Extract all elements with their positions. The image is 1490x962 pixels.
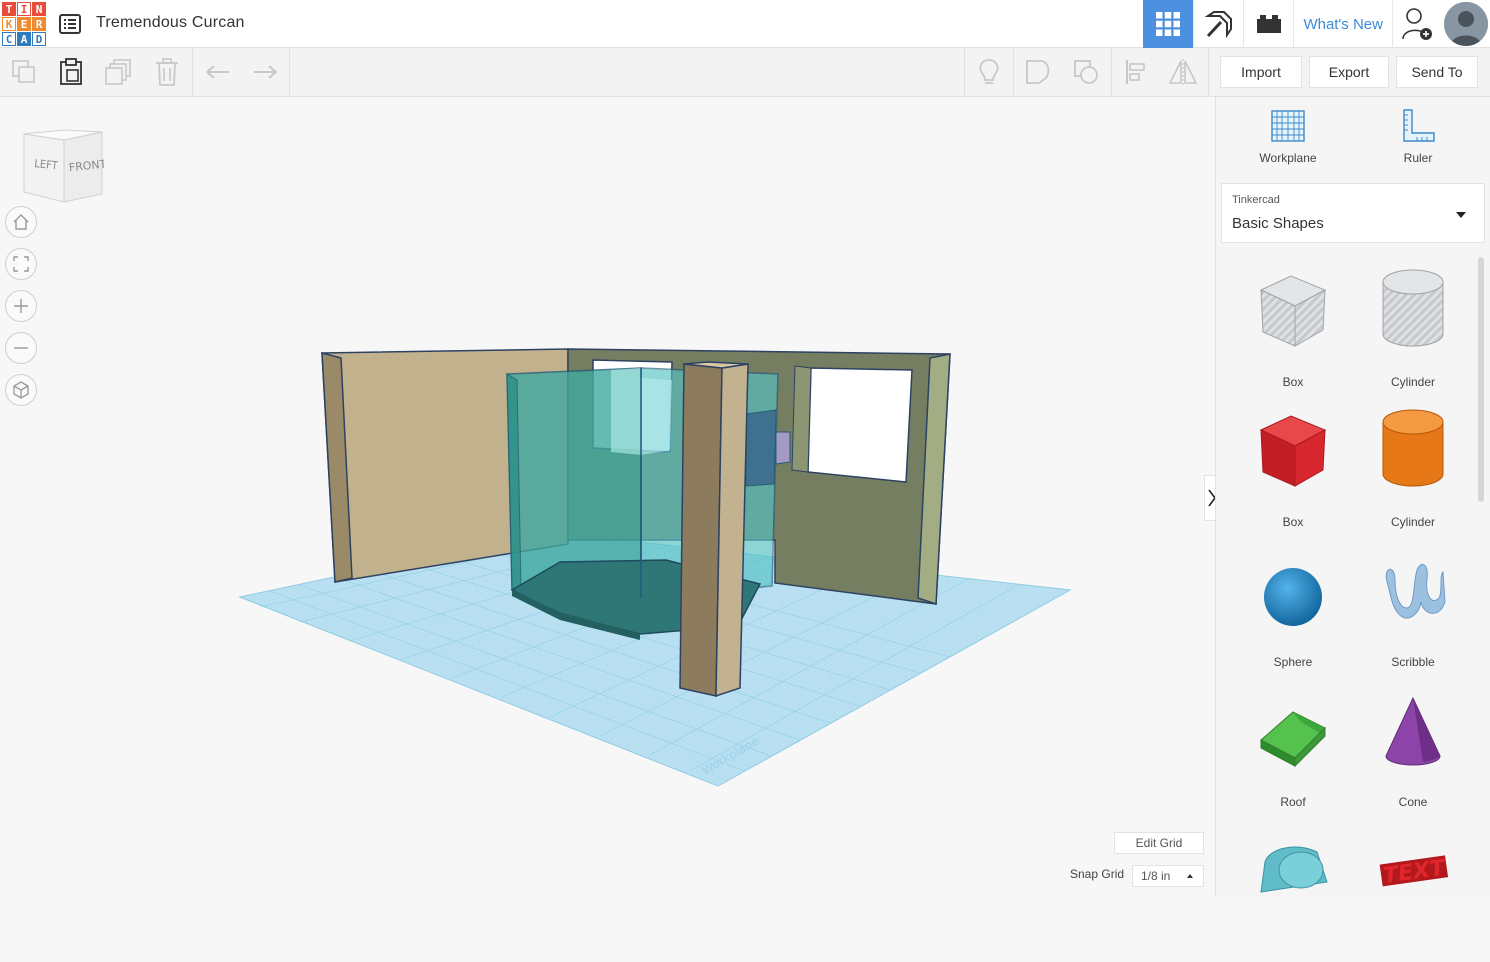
design-menu-icon[interactable] [58, 12, 82, 36]
snap-grid-value: 1/8 in [1141, 869, 1171, 883]
caret-up-icon [1187, 874, 1193, 878]
send-to-button[interactable]: Send To [1396, 56, 1478, 88]
shape-label: Box [1282, 375, 1304, 389]
logo-letter: T [2, 2, 16, 16]
shape-label: Cone [1398, 795, 1428, 809]
copy-button[interactable] [0, 48, 48, 96]
shape-label: Sphere [1273, 655, 1313, 669]
shape-round-roof[interactable] [1233, 822, 1353, 962]
add-user-icon [1401, 8, 1432, 40]
add-user-button[interactable] [1392, 0, 1442, 48]
logo-letter: C [2, 32, 16, 46]
group-button[interactable] [1014, 48, 1062, 96]
sphere-icon [1264, 568, 1322, 626]
lightbulb-icon [979, 59, 999, 84]
workplane-viewport[interactable]: Workplane [0, 97, 1215, 902]
dropdown-caret-icon [1456, 212, 1466, 218]
paste-button[interactable] [47, 48, 95, 96]
workplane-label: Workplane [1259, 151, 1317, 165]
shape-text[interactable]: TEXT [1353, 822, 1473, 962]
shape-label: Roof [1280, 795, 1306, 809]
grid-view-icon [1156, 12, 1181, 36]
delete-button[interactable] [143, 48, 191, 96]
workplane-tool[interactable]: Workplane [1228, 107, 1348, 165]
logo-letter: I [17, 2, 31, 16]
notes-button[interactable] [965, 48, 1013, 96]
snap-grid-select[interactable]: 1/8 in [1132, 865, 1204, 887]
workplane-icon [1271, 110, 1305, 142]
align-icon [1126, 60, 1145, 84]
bricks-icon [1256, 15, 1281, 33]
shape-roof[interactable]: Roof [1233, 682, 1353, 822]
shape-label: Cylinder [1390, 515, 1435, 529]
top-bar: TIN KER CAD Tremendous Curcan What's New [0, 0, 1490, 48]
duplicate-icon [105, 59, 131, 85]
edit-grid-button[interactable]: Edit Grid [1114, 832, 1204, 854]
shape-cone[interactable]: Cone [1353, 682, 1473, 822]
round-roof-icon [1260, 846, 1328, 893]
pickaxe-icon [1204, 11, 1232, 39]
front-pillar[interactable] [679, 361, 749, 698]
mirror-icon [1168, 59, 1198, 85]
ungroup-button[interactable] [1062, 48, 1110, 96]
logo-letter: R [32, 17, 46, 31]
shape-box[interactable]: Box [1233, 402, 1353, 542]
logo-letter: N [32, 2, 46, 16]
shape-label: Cylinder [1390, 375, 1435, 389]
red-box-icon [1259, 415, 1327, 487]
shape-cylinder-hole[interactable]: Cylinder [1353, 262, 1473, 402]
shapes-panel: Workplane Ruler Tinkercad Basic Shapes B… [1215, 97, 1490, 897]
shape-scribble[interactable]: Scribble [1353, 542, 1473, 682]
ungroup-icon [1074, 60, 1098, 84]
group-icon [1026, 60, 1050, 84]
export-button[interactable]: Export [1309, 56, 1389, 88]
shape-cylinder[interactable]: Cylinder [1353, 402, 1473, 542]
panel-scrollbar[interactable] [1478, 257, 1484, 502]
edit-toolbar: Import Export Send To [0, 48, 1490, 97]
design-title[interactable]: Tremendous Curcan [96, 14, 245, 32]
duplicate-button[interactable] [95, 48, 143, 96]
undo-button[interactable] [194, 48, 242, 96]
snap-grid-label: Snap Grid [1070, 867, 1125, 881]
whats-new-link[interactable]: What's New [1293, 0, 1392, 48]
ruler-label: Ruler [1403, 151, 1433, 165]
library-category: Tinkercad [1232, 194, 1280, 206]
striped-cylinder-icon [1382, 269, 1444, 347]
shape-sphere[interactable]: Sphere [1233, 542, 1353, 682]
mirror-button[interactable] [1159, 48, 1207, 96]
3d-design-view-button[interactable] [1143, 0, 1194, 48]
logo-letter: D [32, 32, 46, 46]
copy-icon [12, 60, 35, 83]
text-3d-icon: TEXT [1379, 855, 1449, 889]
logo-letter: K [2, 17, 16, 31]
cone-icon [1385, 696, 1441, 766]
import-button[interactable]: Import [1220, 56, 1302, 88]
trash-icon [156, 58, 178, 86]
logo-letter: E [17, 17, 31, 31]
shape-library-dropdown[interactable]: Tinkercad Basic Shapes [1221, 183, 1485, 243]
user-avatar[interactable] [1442, 0, 1490, 48]
bricks-view-button[interactable] [1243, 0, 1293, 48]
shape-label: Box [1282, 515, 1304, 529]
undo-icon [206, 65, 229, 79]
redo-button[interactable] [241, 48, 289, 96]
svg-text:TEXT: TEXT [1382, 855, 1449, 889]
tinkercad-logo[interactable]: TIN KER CAD [2, 2, 46, 46]
logo-letter: A [17, 32, 31, 46]
library-name: Basic Shapes [1232, 215, 1324, 232]
roof-icon [1260, 711, 1326, 768]
scribble-icon [1385, 563, 1446, 619]
ruler-tool[interactable]: Ruler [1358, 107, 1478, 165]
striped-box-icon [1259, 275, 1327, 347]
shape-box-hole[interactable]: Box [1233, 262, 1353, 402]
align-button[interactable] [1112, 48, 1160, 96]
redo-icon [254, 65, 277, 79]
orange-cylinder-icon [1382, 409, 1444, 487]
shape-label: Scribble [1391, 655, 1435, 669]
minecraft-view-button[interactable] [1193, 0, 1243, 48]
ruler-icon [1403, 109, 1435, 142]
paste-icon [60, 58, 82, 85]
